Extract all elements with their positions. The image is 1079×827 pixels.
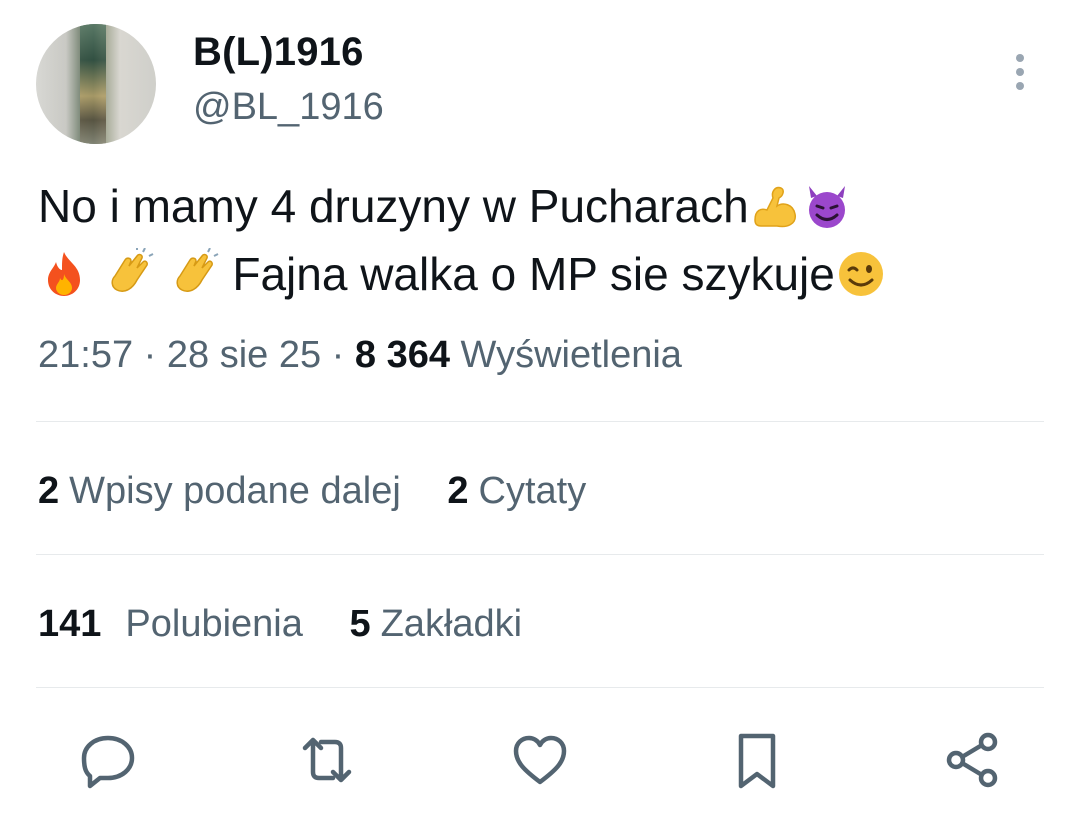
share-button[interactable] (937, 720, 1007, 800)
avatar[interactable] (36, 24, 156, 144)
reply-button[interactable] (73, 720, 143, 800)
reposts-label: Wpisy podane dalej (69, 470, 401, 512)
like-button[interactable] (505, 720, 575, 800)
tweet-text: No i mamy 4 druzyny w Pucharach Fajna wa… (38, 172, 1048, 308)
avatar-image-detail (80, 24, 106, 144)
tweet-text-line1: No i mamy 4 druzyny w Pucharach (38, 180, 749, 232)
likes-count: 141 (38, 603, 102, 645)
action-bar (0, 720, 1079, 800)
like-icon (513, 735, 567, 785)
tweet-date[interactable]: 28 sie 25 (167, 334, 321, 376)
divider (36, 554, 1044, 555)
more-options-button[interactable] (1002, 50, 1038, 94)
meta-separator: · (143, 334, 157, 376)
clapping-hands-icon (168, 247, 220, 300)
bookmarks-label: Zakładki (380, 603, 523, 645)
views-count: 8 364 (354, 334, 450, 376)
bookmarks-stat[interactable]: 5 Zakładki (349, 603, 522, 646)
tweet-meta: 21:57 · 28 sie 25 · 8 364 Wyświetlenia (38, 334, 682, 377)
repost-icon (302, 737, 352, 783)
tweet-time[interactable]: 21:57 (38, 334, 133, 376)
flexed-biceps-icon (749, 180, 801, 232)
smiling-devil-icon (801, 180, 853, 232)
quotes-stat[interactable]: 2 Cytaty (447, 470, 586, 513)
bookmark-button[interactable] (722, 720, 792, 800)
views-label: Wyświetlenia (460, 334, 682, 376)
divider (36, 687, 1044, 688)
repost-button[interactable] (292, 720, 362, 800)
stats-row-reposts: 2 Wpisy podane dalej 2 Cytaty (38, 470, 622, 513)
bookmark-icon (738, 733, 776, 789)
author-display-name[interactable]: B(L)1916 (193, 30, 364, 75)
divider (36, 421, 1044, 422)
quotes-count: 2 (447, 470, 469, 512)
meta-separator: · (331, 334, 345, 376)
reposts-count: 2 (38, 470, 60, 512)
reply-icon (81, 735, 135, 789)
stats-row-likes: 141 Polubienia 5 Zakładki (38, 603, 558, 646)
quotes-label: Cytaty (478, 470, 587, 512)
likes-stat[interactable]: 141 Polubienia (38, 603, 303, 646)
clapping-hands-icon (103, 247, 155, 300)
winking-face-icon (835, 248, 887, 300)
share-icon (946, 732, 998, 788)
fire-icon (38, 248, 90, 300)
bookmarks-count: 5 (349, 603, 371, 645)
tweet-text-line2: Fajna walka o MP sie szykuje (232, 248, 835, 300)
more-vertical-icon (1016, 54, 1024, 90)
likes-label: Polubienia (125, 603, 303, 645)
reposts-stat[interactable]: 2 Wpisy podane dalej (38, 470, 401, 513)
author-handle[interactable]: @BL_1916 (193, 86, 384, 129)
